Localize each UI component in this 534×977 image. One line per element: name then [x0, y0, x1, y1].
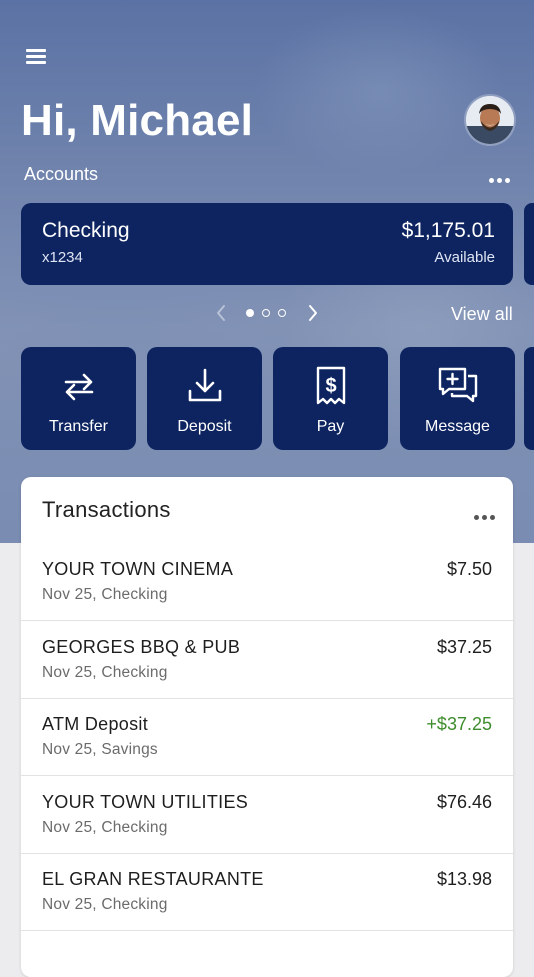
- transaction-amount: $37.25: [436, 636, 492, 657]
- transaction-meta: Nov 25, Checking: [42, 586, 168, 603]
- transaction-merchant: EL GRAN RESTAURANTE: [42, 869, 264, 889]
- transaction-amount: $7.50: [446, 559, 492, 579]
- transactions-panel: Transactions YOUR TOWN CINEMA Nov 25, Che…: [21, 477, 513, 977]
- deposit-button[interactable]: Deposit: [147, 347, 262, 450]
- transaction-amount: $76.46: [436, 791, 492, 812]
- transfer-label: Transfer: [49, 418, 108, 435]
- pager-dot-2: [262, 309, 270, 317]
- dollar-receipt-icon: $: [316, 366, 345, 405]
- chevron-right-icon[interactable]: [304, 300, 322, 326]
- account-card-checking[interactable]: Checking x1234 $1,175.01 Available: [21, 203, 513, 285]
- next-account-card-peek[interactable]: [524, 203, 534, 285]
- next-action-peek[interactable]: [524, 347, 534, 450]
- download-tray-icon: [188, 368, 221, 402]
- pager-dot-1: [246, 309, 254, 317]
- account-balance-label: Available: [434, 249, 495, 266]
- account-balance: $1,175.01: [401, 219, 495, 242]
- transfer-arrows-icon: [64, 373, 93, 401]
- avatar[interactable]: [466, 96, 514, 144]
- pager-dot-3: [278, 309, 286, 317]
- transactions-more-icon[interactable]: [474, 507, 500, 520]
- transaction-amount: +$37.25: [426, 714, 492, 734]
- transaction-row[interactable]: EL GRAN RESTAURANTE Nov 25, Checking $13.9…: [21, 854, 513, 931]
- pay-button[interactable]: $ Pay: [273, 347, 388, 450]
- greeting: Hi, Michael: [21, 96, 254, 145]
- transaction-meta: Nov 25, Checking: [42, 818, 168, 836]
- message-label: Message: [425, 418, 490, 435]
- transaction-row[interactable]: GEORGES BBQ & PUB Nov 25, Checking $37.25: [21, 622, 513, 699]
- pay-label: Pay: [316, 418, 345, 435]
- transaction-meta: Nov 25, Checking: [42, 896, 168, 913]
- transaction-row[interactable]: ATM Deposit Nov 25, Savings +$37.25: [21, 699, 513, 776]
- transaction-merchant: YOUR TOWN CINEMA: [42, 559, 234, 579]
- account-number: x1234: [42, 249, 83, 266]
- view-all-link[interactable]: View all: [451, 304, 513, 325]
- menu-icon[interactable]: [24, 46, 48, 66]
- transactions-title: Transactions: [42, 497, 171, 522]
- transaction-merchant: YOUR TOWN UTILITIES: [42, 791, 249, 812]
- chevron-left-icon[interactable]: [212, 300, 230, 326]
- transaction-amount: $13.98: [436, 869, 492, 889]
- accounts-more-icon[interactable]: [489, 170, 515, 183]
- transaction-meta: Nov 25, Savings: [42, 741, 158, 758]
- svg-text:$: $: [325, 375, 336, 397]
- transaction-merchant: GEORGES BBQ & PUB: [42, 636, 241, 657]
- transaction-row[interactable]: YOUR TOWN UTILITIES Nov 25, Checking $76.4…: [21, 777, 513, 854]
- account-name: Checking: [42, 219, 130, 242]
- transaction-merchant: ATM Deposit: [42, 714, 148, 734]
- transaction-row[interactable]: YOUR TOWN CINEMA Nov 25, Checking $7.50: [21, 544, 513, 621]
- chat-bubbles-plus-icon: [438, 367, 477, 403]
- transaction-meta: Nov 25, Checking: [42, 663, 168, 681]
- transfer-button[interactable]: Transfer: [21, 347, 136, 450]
- message-button[interactable]: Message: [400, 347, 515, 450]
- accounts-label: Accounts: [24, 164, 99, 184]
- deposit-label: Deposit: [177, 418, 232, 435]
